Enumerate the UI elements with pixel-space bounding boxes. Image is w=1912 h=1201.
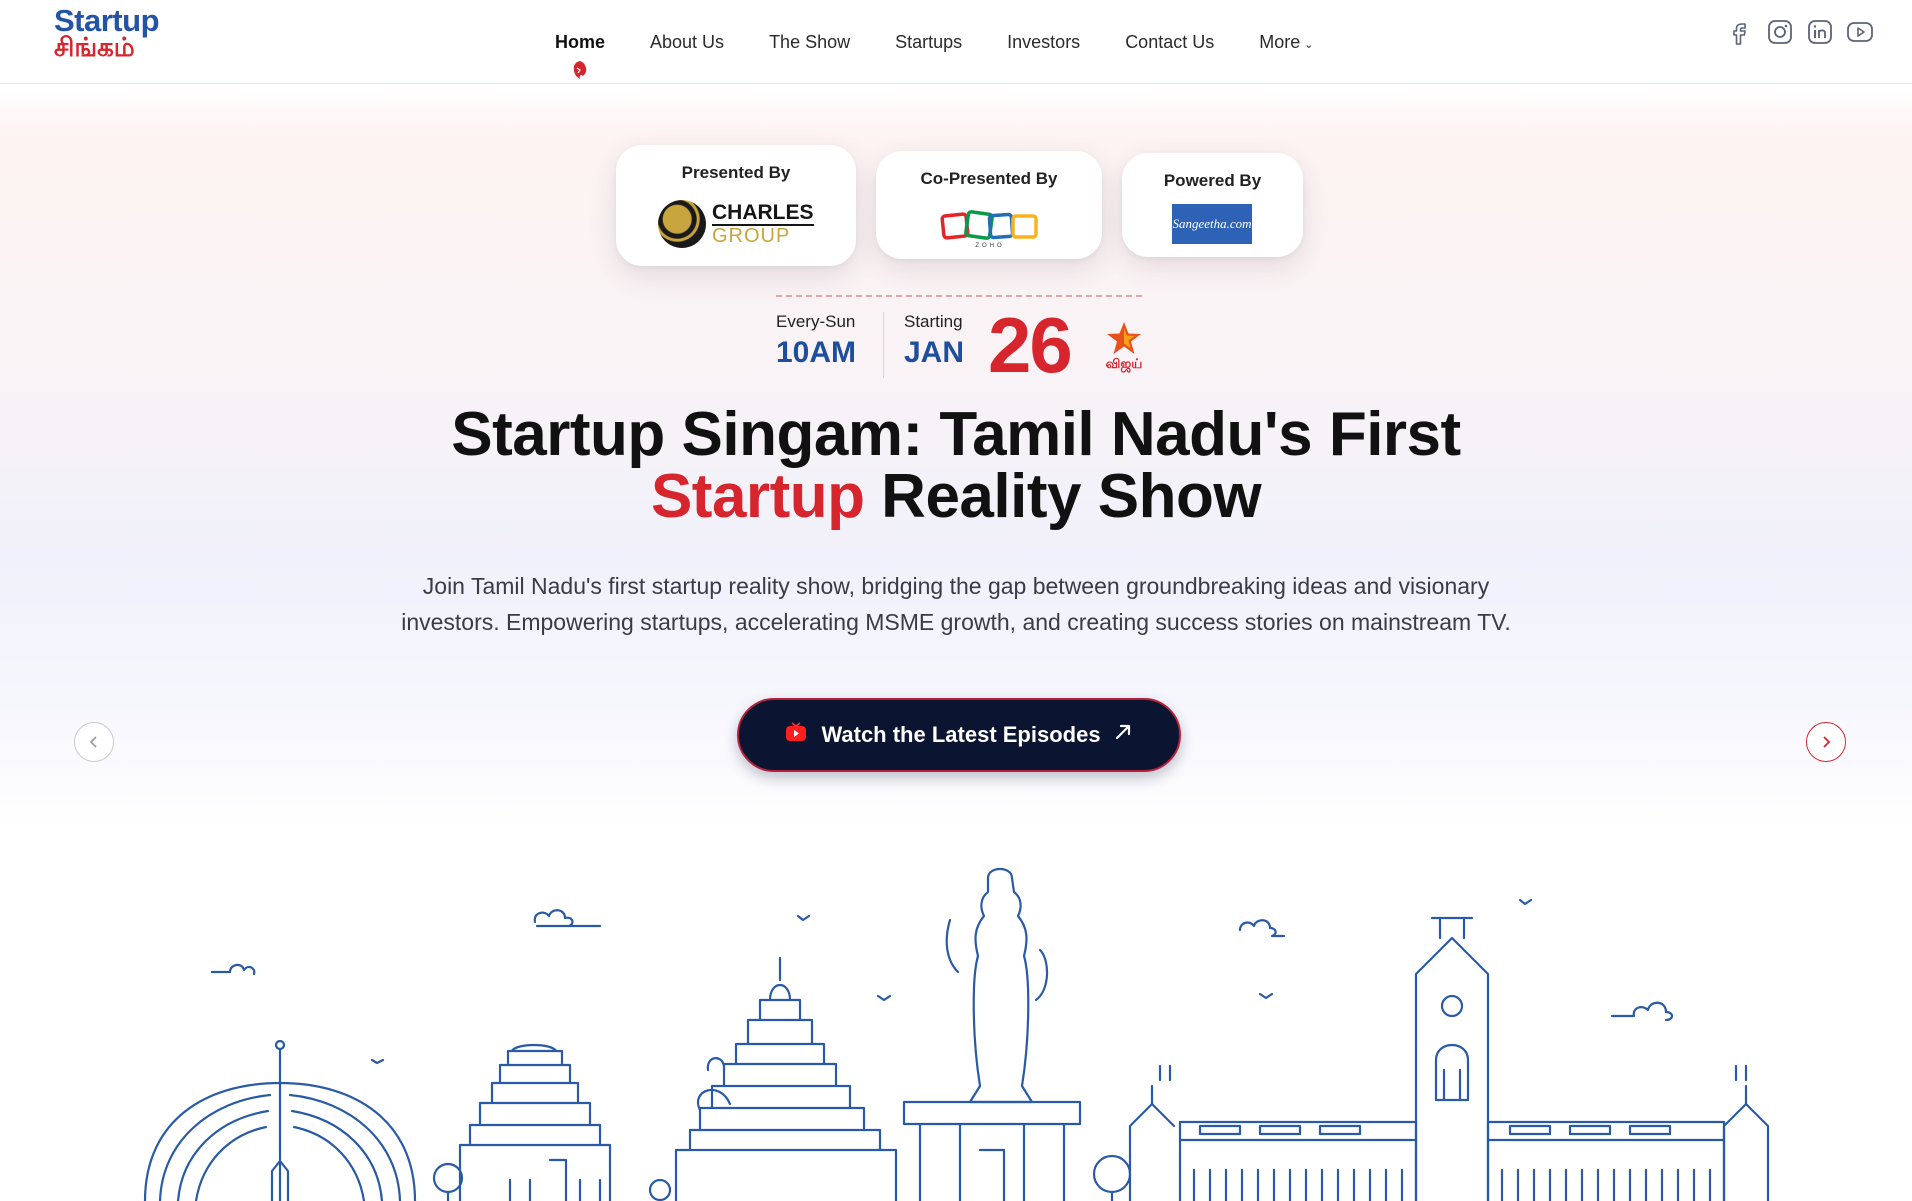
hero-title-line1: Startup Singam: Tamil Nadu's First: [451, 400, 1461, 469]
carousel-prev-button[interactable]: [74, 722, 114, 762]
charles-group-text: GROUP: [712, 224, 791, 247]
site-header: Startup சிங்கம் Home About Us The Show S…: [0, 0, 1912, 84]
charles-name: CHARLES: [712, 200, 814, 226]
nav-startups[interactable]: Startups: [895, 32, 962, 53]
sponsor-card-powered: Powered By Sangeetha.com: [1122, 153, 1303, 257]
sponsor-card-presented: Presented By CHARLES GROUP: [616, 145, 856, 266]
instagram-icon[interactable]: [1766, 18, 1794, 46]
watch-episodes-label: Watch the Latest Episodes: [821, 722, 1101, 747]
schedule-start: Starting JAN: [904, 312, 964, 370]
main-nav: Home About Us The Show Startups Investor…: [555, 0, 1358, 84]
vijay-channel-logo: விஜய்: [1104, 320, 1144, 372]
chevron-down-icon: ⌄: [1304, 38, 1314, 51]
chennai-skyline-illustration: [143, 867, 1770, 1201]
nav-show-label: The Show: [769, 31, 851, 52]
sponsor-powered-title: Powered By: [1163, 171, 1262, 190]
sponsor-presented-title: Presented By: [681, 163, 791, 182]
charles-group-logo: CHARLES GROUP: [658, 200, 814, 248]
hero-title-rest: Reality Show: [864, 462, 1262, 531]
youtube-tv-icon: [785, 722, 807, 748]
chevron-left-icon: [89, 736, 97, 748]
carousel-next-button[interactable]: [1806, 722, 1846, 762]
vijay-text: விஜய்: [1105, 357, 1143, 372]
schedule-time: Every-Sun 10AM: [776, 312, 856, 370]
nav-home-label: Home: [555, 31, 606, 52]
hero-title-highlight: Startup: [650, 462, 865, 531]
schedule-time-value: 10AM: [776, 336, 857, 369]
nav-more-label: More: [1259, 31, 1301, 52]
linkedin-icon[interactable]: [1806, 18, 1834, 46]
sangeetha-logo: Sangeetha.com: [1172, 204, 1252, 244]
schedule-date: 26: [988, 301, 1073, 389]
lion-icon: [571, 60, 589, 85]
nav-startups-label: Startups: [895, 31, 963, 52]
nav-about-us[interactable]: About Us: [650, 32, 724, 53]
arrow-up-right-icon: [1113, 722, 1133, 748]
logo-text-singam: சிங்கம்: [54, 33, 135, 63]
schedule-month: JAN: [904, 336, 965, 369]
lion-emblem-icon: [658, 200, 706, 248]
site-logo[interactable]: Startup சிங்கம்: [54, 3, 174, 66]
schedule-separator: [883, 312, 884, 378]
schedule-day-label: Every-Sun: [776, 312, 856, 331]
nav-contact-label: Contact Us: [1125, 31, 1215, 52]
nav-more-dropdown[interactable]: More ⌄: [1259, 32, 1313, 53]
nav-about-label: About Us: [650, 31, 725, 52]
nav-investors-label: Investors: [1007, 31, 1081, 52]
nav-investors[interactable]: Investors: [1007, 32, 1080, 53]
star-icon: [1107, 322, 1141, 354]
social-links: [1726, 18, 1874, 46]
chevron-right-icon: [1823, 736, 1831, 748]
schedule-divider: [776, 295, 1142, 297]
schedule-start-label: Starting: [904, 312, 963, 331]
sponsor-copresented-title: Co-Presented By: [920, 169, 1058, 188]
zoho-text: ZOHO: [975, 243, 1004, 249]
nav-contact-us[interactable]: Contact Us: [1125, 32, 1214, 53]
sponsor-card-copresented: Co-Presented By ZOHO: [876, 151, 1102, 259]
facebook-icon[interactable]: [1726, 18, 1754, 46]
hero-title: Startup Singam: Tamil Nadu's First Start…: [0, 404, 1912, 528]
logo-text-startup: Startup: [54, 3, 160, 38]
hero-description: Join Tamil Nadu's first startup reality …: [401, 573, 1511, 635]
nav-home[interactable]: Home: [555, 31, 606, 79]
watch-episodes-button[interactable]: Watch the Latest Episodes: [737, 698, 1181, 772]
nav-the-show[interactable]: The Show: [769, 32, 850, 53]
zoho-logo: ZOHO: [940, 205, 1040, 249]
youtube-icon[interactable]: [1846, 18, 1874, 46]
